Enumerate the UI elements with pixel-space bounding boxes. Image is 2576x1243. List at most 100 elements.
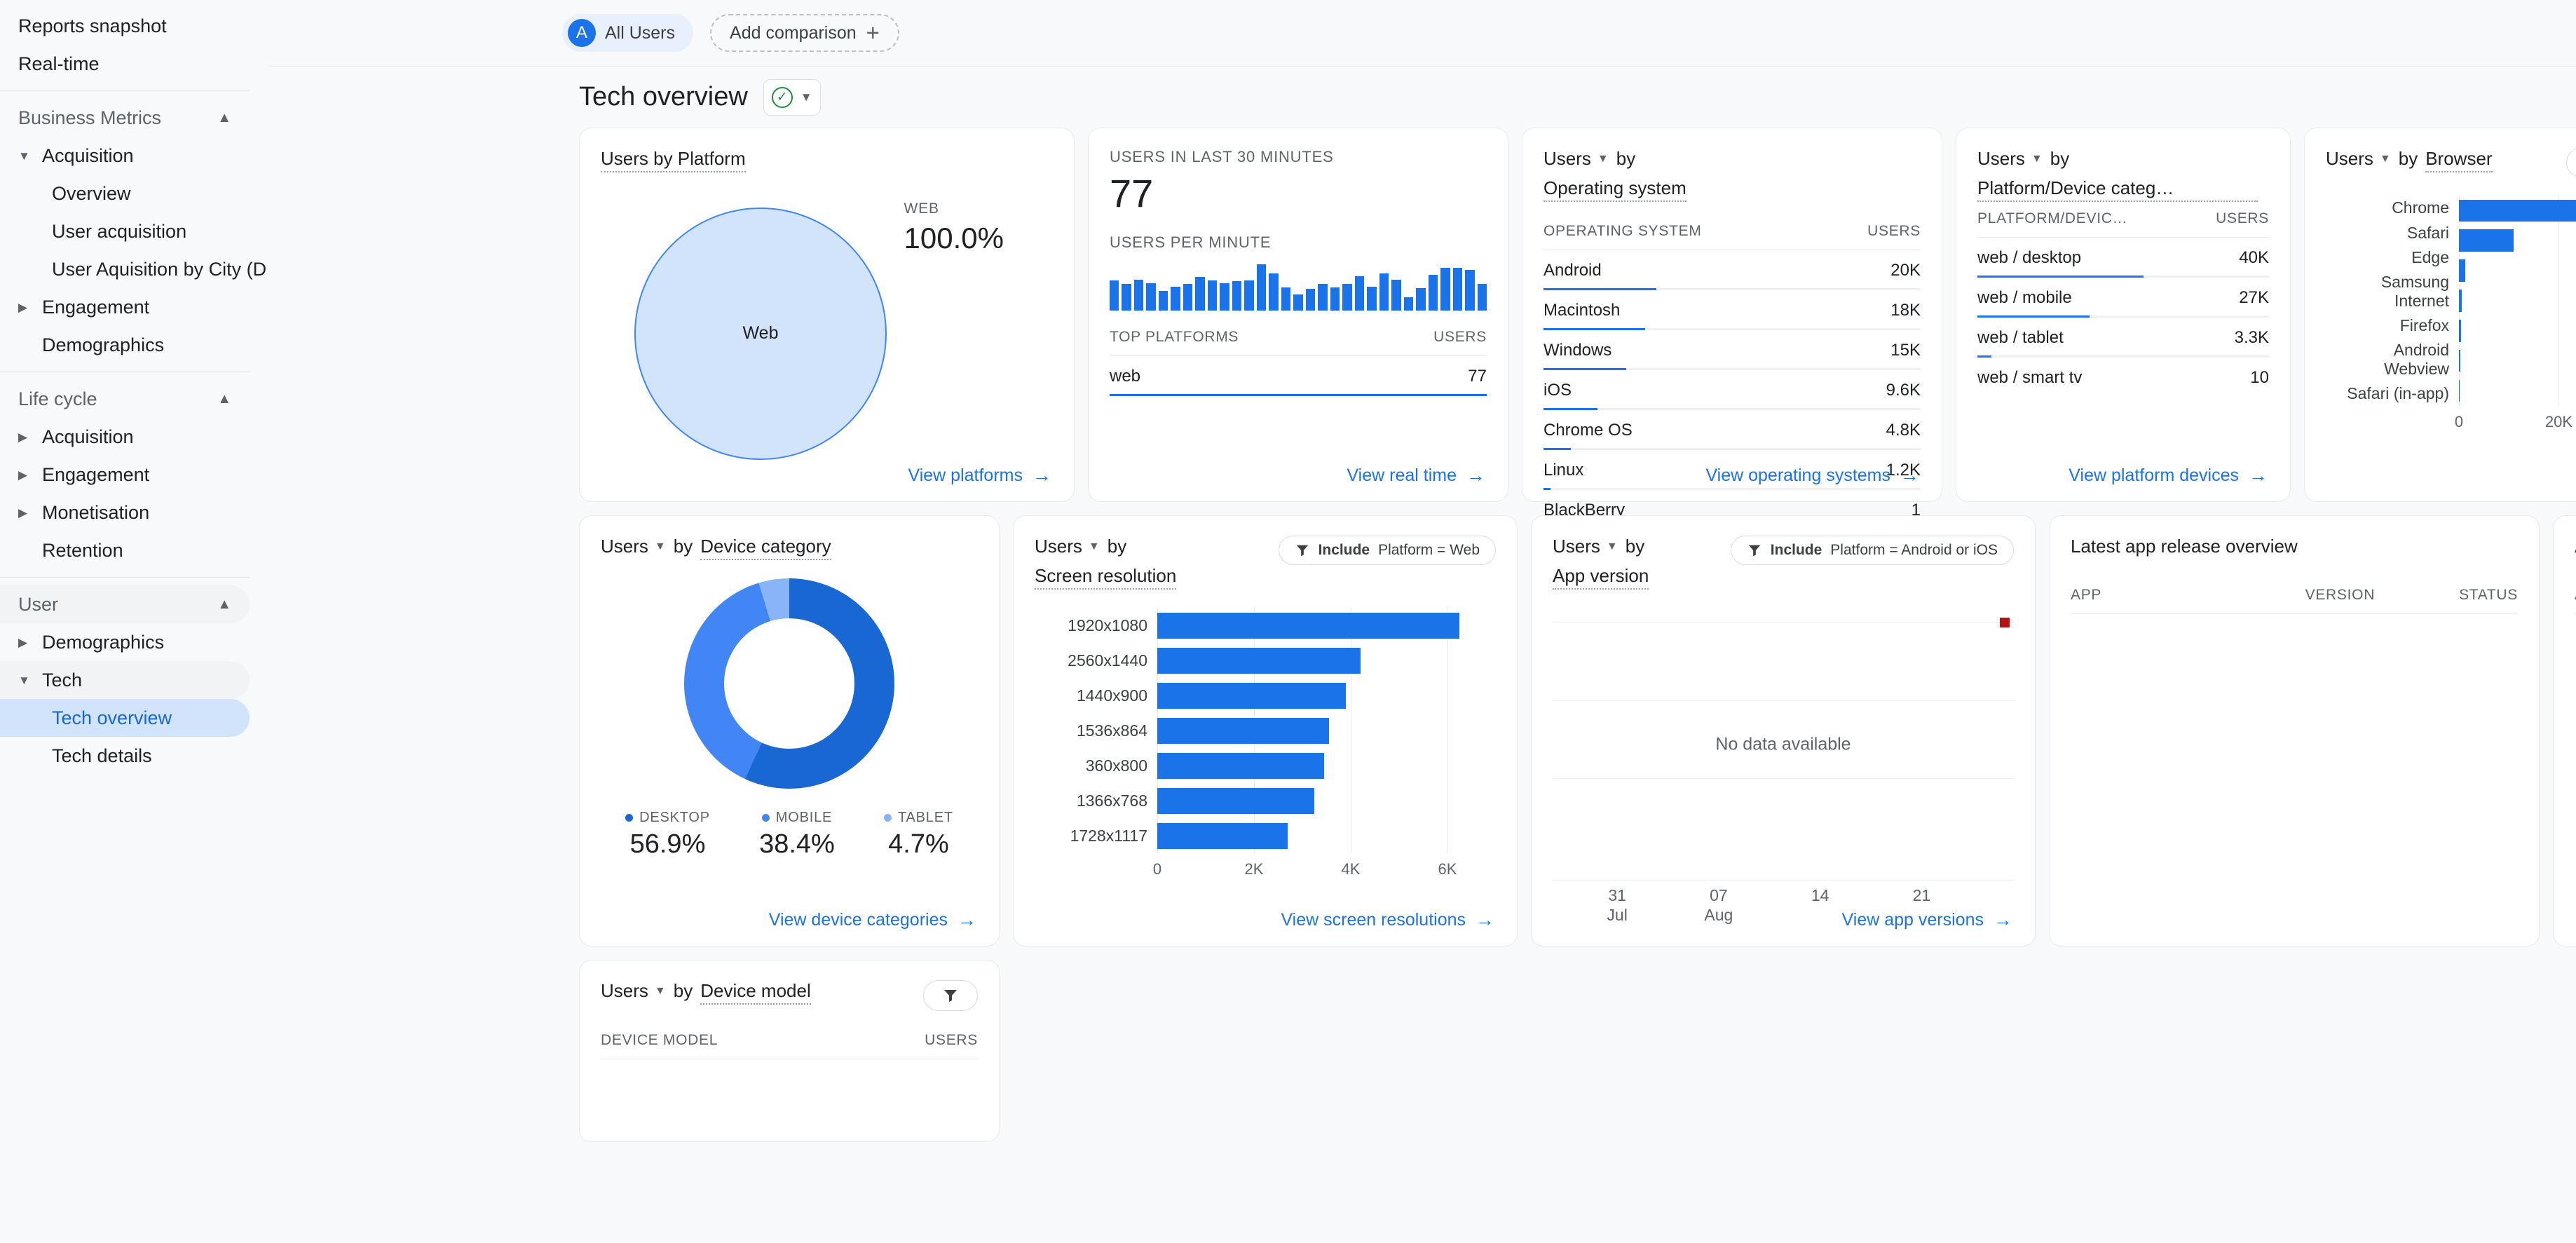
table-row[interactable]: iOS 9.6K	[1543, 370, 1921, 410]
sidebar-item-monetisation[interactable]: ▶ Monetisation	[0, 494, 250, 531]
bar[interactable]	[2459, 229, 2514, 252]
sidebar-section-life-cycle[interactable]: Life cycle ▲	[0, 380, 250, 418]
bar[interactable]	[1157, 647, 1361, 674]
dimension-label[interactable]: Device model	[700, 980, 811, 1005]
dimension-label[interactable]: App version	[1553, 565, 1649, 590]
title-group: Users ▼ by Device model	[601, 980, 811, 1005]
plus-icon: +	[866, 20, 880, 46]
chevron-down-icon: ▼	[1088, 540, 1100, 552]
view-real-time-link[interactable]: View real time →	[1347, 466, 1485, 486]
dimension-label[interactable]: Device category	[700, 536, 831, 560]
sidebar-item-tech-overview[interactable]: Tech overview	[0, 699, 250, 737]
filter-chip-app-version[interactable]: Include Platform = Android or iOS	[1730, 536, 2014, 565]
donut-legend: DESKTOP 56.9% MOBILE 38.4% TABLET 4.7%	[601, 810, 978, 860]
chevron-down-icon: ▼	[654, 984, 666, 997]
sidebar-item-retention[interactable]: Retention	[0, 531, 250, 569]
table-row[interactable]: web 77	[1110, 356, 1487, 396]
bar[interactable]	[1157, 752, 1325, 779]
sidebar-section-label: User	[18, 593, 59, 615]
sidebar-section-business-metrics[interactable]: Business Metrics ▲	[0, 99, 250, 137]
row-bar-fill	[1543, 288, 1657, 290]
sidebar-item-tech[interactable]: ▼ Tech	[0, 661, 250, 699]
metric-selector[interactable]: Users ▼	[1553, 536, 1618, 557]
dimension-label[interactable]: Browser	[2425, 148, 2493, 172]
view-platforms-link[interactable]: View platforms →	[908, 466, 1052, 486]
table-header: TOP PLATFORMS USERS	[1110, 329, 1487, 356]
sidebar-item-reports-snapshot[interactable]: Reports snapshot	[0, 7, 250, 45]
sidebar-section-user[interactable]: User ▲	[0, 585, 250, 623]
dimension-label[interactable]: Operating system	[1543, 177, 1686, 202]
dimension-label[interactable]: Platform/Device categ…	[1977, 177, 2258, 202]
sparkline-bar	[1379, 273, 1389, 311]
bar[interactable]	[1157, 787, 1315, 814]
sidebar-item-lifecycle-engagement[interactable]: ▶ Engagement	[0, 456, 250, 494]
sidebar-item-user-acquisition[interactable]: User acquisition	[0, 212, 250, 250]
donut-ring[interactable]	[684, 578, 894, 789]
metric-selector[interactable]: Users ▼	[2326, 148, 2391, 170]
sidebar-item-acquisition[interactable]: ▼ Acquisition	[0, 137, 250, 175]
sidebar-item-lifecycle-acquisition[interactable]: ▶ Acquisition	[0, 418, 250, 456]
bar[interactable]	[1157, 717, 1329, 744]
card-users-by-device-category: Users ▼ by Device category DESKTOP 56.9%	[579, 515, 1000, 946]
table-row[interactable]: web / desktop 40K	[1977, 238, 2269, 278]
sidebar-item-label: User acquisition	[52, 220, 187, 242]
table-row[interactable]: Macintosh 18K	[1543, 290, 1921, 330]
view-app-versions-link[interactable]: View app versions →	[1842, 910, 2012, 930]
bars	[1157, 608, 1496, 853]
view-device-categories-link[interactable]: View device categories →	[769, 910, 976, 930]
view-device-categories-label: View device categories	[768, 910, 948, 930]
report-status-badge[interactable]: ✓ ▼	[763, 79, 821, 116]
bar[interactable]	[2459, 319, 2461, 342]
sparkline-bar	[1281, 287, 1291, 311]
view-real-time-label: View real time	[1347, 466, 1457, 485]
bar[interactable]	[2459, 199, 2576, 222]
table-row[interactable]: web / tablet 3.3K	[1977, 318, 2269, 358]
sidebar-item-tech-details[interactable]: Tech details	[0, 737, 250, 775]
users-last-30-min-value: 77	[1110, 171, 1154, 215]
table-row[interactable]: Android 20K	[1543, 250, 1921, 290]
bar[interactable]	[2459, 379, 2460, 402]
sidebar-item-user-acquisition-by-city[interactable]: User Aquisition by City (Dri…	[0, 250, 296, 288]
filter-chip-browser[interactable]: Include Platform = Web	[2565, 148, 2576, 177]
pie-slice-web[interactable]: Web	[634, 207, 887, 460]
axis-tick-label: Safari	[2406, 223, 2449, 242]
view-platform-devices-link[interactable]: View platform devices →	[2069, 466, 2268, 486]
bar[interactable]	[2459, 259, 2466, 282]
dimension-label[interactable]: Screen resolution	[1035, 565, 1177, 590]
filter-chip-screen-resolution[interactable]: Include Platform = Web	[1278, 536, 1496, 565]
table-row[interactable]: Chrome OS 4.8K	[1543, 410, 1921, 450]
sidebar-item-user-demographics[interactable]: ▶ Demographics	[0, 623, 250, 661]
view-operating-systems-link[interactable]: View operating systems →	[1705, 466, 1919, 486]
card-header: Users ▼ by Device category	[601, 536, 832, 560]
table-row[interactable]: web / smart tv 10	[1977, 358, 2269, 398]
caret-right-icon: ▶	[18, 430, 28, 444]
bar[interactable]	[1157, 822, 1288, 849]
metric-selector[interactable]: Users ▼	[1035, 536, 1100, 557]
card-latest-app-release-overview: Latest app release overview APP VERSION …	[2049, 515, 2540, 946]
metric-selector[interactable]: Users ▼	[1977, 148, 2043, 170]
table-row[interactable]: Windows 15K	[1543, 330, 1921, 370]
row-label: iOS	[1543, 381, 1572, 400]
sidebar-item-overview[interactable]: Overview	[0, 175, 250, 212]
metric-selector[interactable]: Users ▼	[601, 980, 666, 1002]
sidebar-item-real-time[interactable]: Real-time	[0, 45, 250, 83]
bar[interactable]	[1157, 612, 1460, 639]
add-comparison-button[interactable]: Add comparison +	[710, 14, 899, 52]
sidebar-item-demographics[interactable]: Demographics	[0, 326, 250, 364]
bar[interactable]	[2459, 290, 2462, 312]
all-users-chip[interactable]: A All Users	[562, 14, 694, 52]
analytics-app: Reports snapshot Real-time Business Metr…	[0, 0, 2576, 1243]
sidebar-item-engagement[interactable]: ▶ Engagement	[0, 288, 250, 326]
metric-selector[interactable]: Users ▼	[1543, 148, 1609, 170]
filter-button-device-model[interactable]	[923, 980, 978, 1011]
plot-area	[1157, 608, 1496, 853]
sparkline-bar	[1293, 294, 1303, 311]
table-row[interactable]: web / mobile 27K	[1977, 278, 2269, 318]
axis-tick-label: Samsung Internet	[2380, 273, 2449, 310]
metric-selector[interactable]: Users ▼	[601, 536, 666, 557]
legend-value: 56.9%	[629, 829, 706, 859]
bar[interactable]	[1157, 682, 1347, 709]
view-screen-resolutions-link[interactable]: View screen resolutions →	[1281, 910, 1494, 930]
column-header-app: APP	[2071, 587, 2102, 603]
bar[interactable]	[2459, 349, 2461, 372]
